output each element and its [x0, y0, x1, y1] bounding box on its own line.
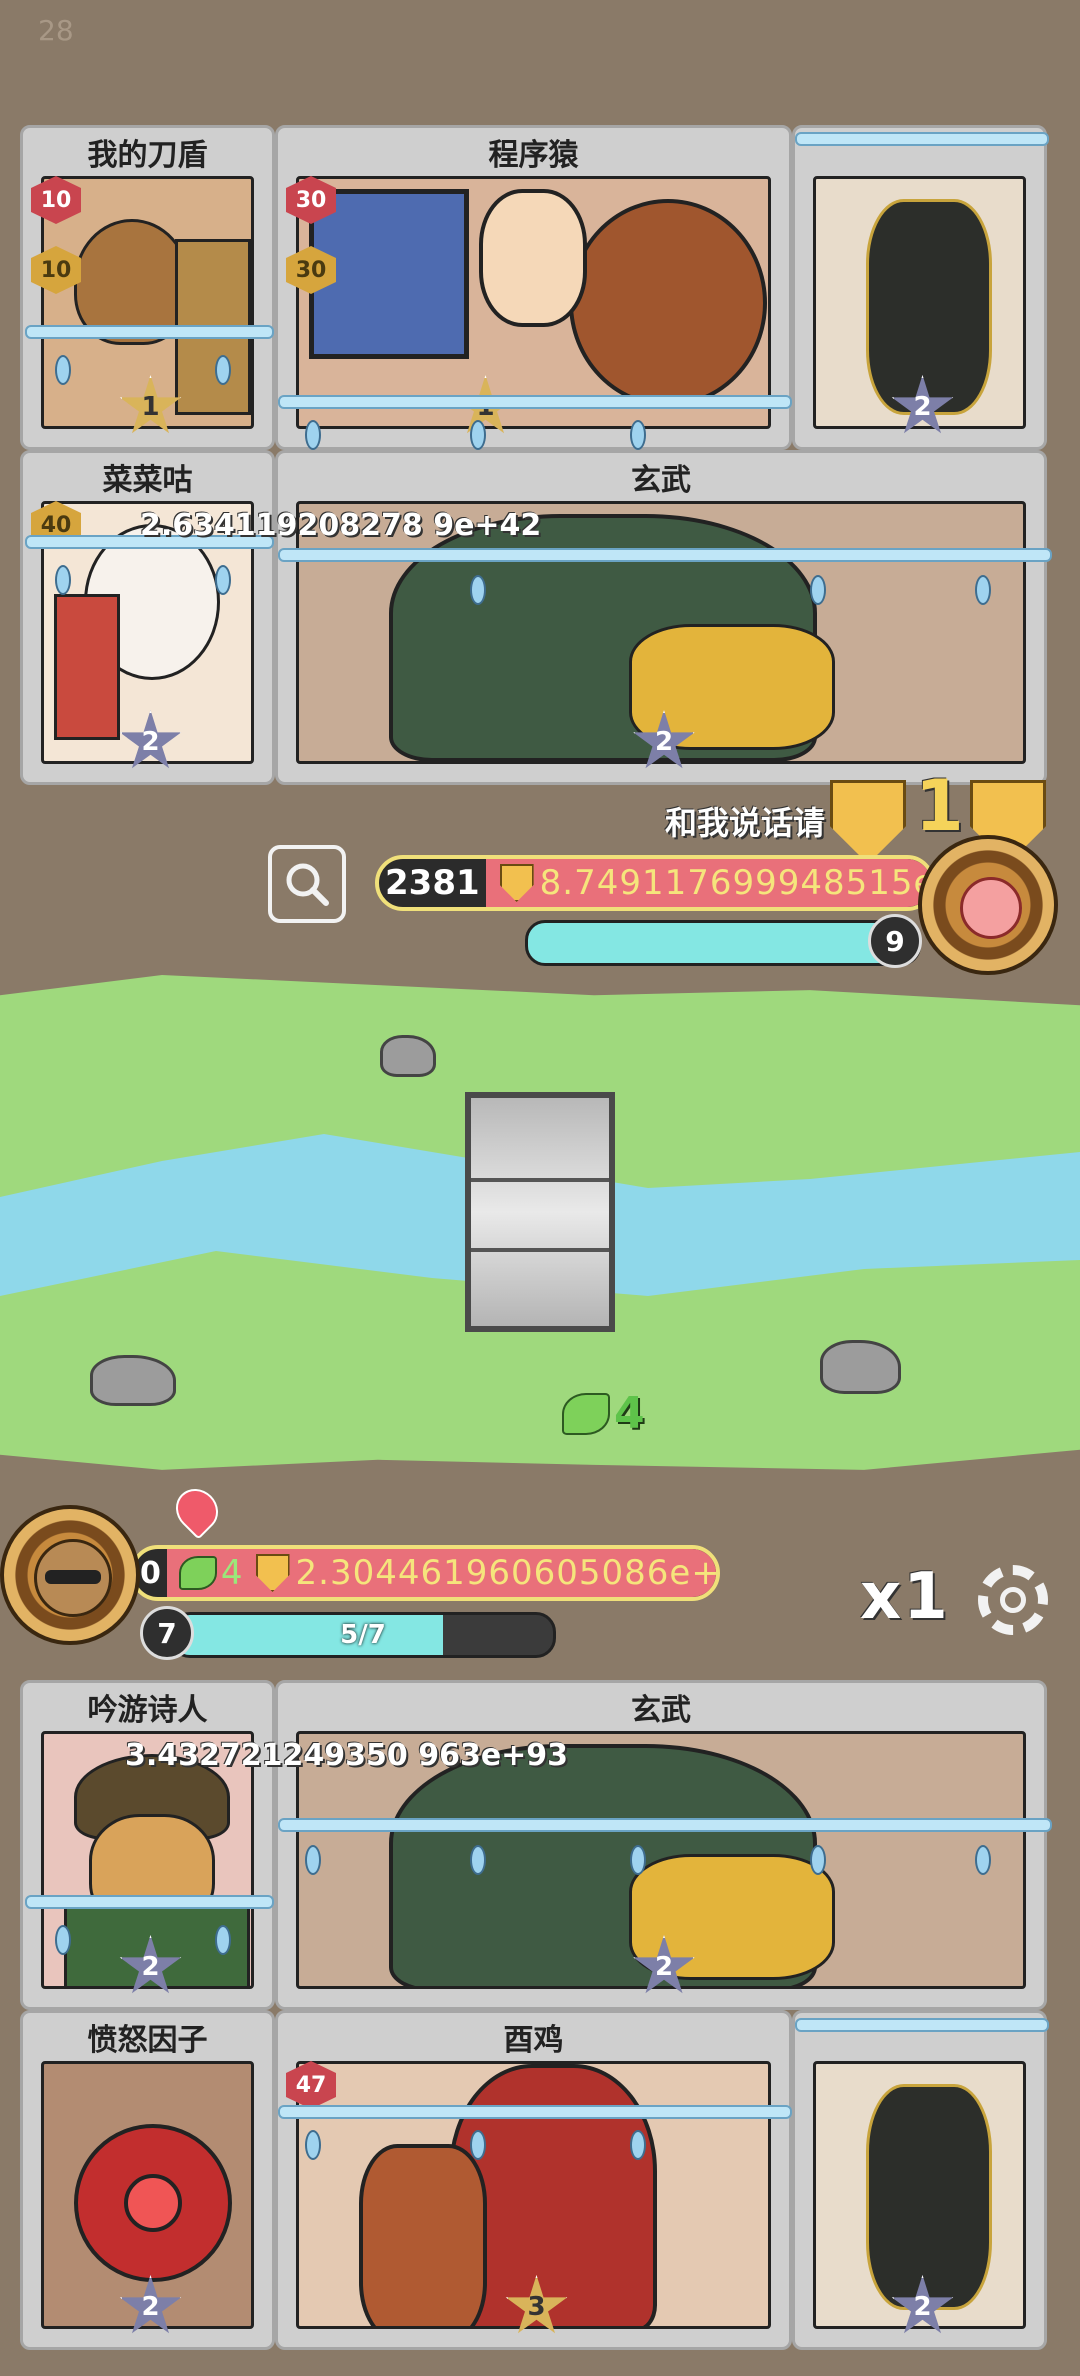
player-stats: 4 2.304461960605086e+93: [166, 1549, 720, 1597]
player-hp-bar: 5/7: [170, 1612, 556, 1658]
player-card-rooster[interactable]: 酉鸡 47 3: [275, 2010, 792, 2350]
player-stat-pill: 0 4 2.304461960605086e+93: [130, 1545, 720, 1601]
shield-icon: [830, 780, 906, 864]
rain-drop: [305, 1845, 321, 1875]
card-title: 菜菜咕: [102, 463, 193, 498]
floating-damage-number: 2.634119208278 9e+42: [140, 508, 542, 543]
leaf-count: 4: [614, 1388, 645, 1439]
rain-drop: [810, 575, 826, 605]
rock: [380, 1035, 436, 1077]
big-floating-number: 1: [915, 765, 964, 847]
opponent-shield-value: 8.749117699948515e+: [485, 859, 935, 907]
leaf-count: 4: [220, 1553, 244, 1593]
gear-icon: [1000, 1587, 1026, 1613]
hp-text: 5/7: [340, 1620, 386, 1650]
rain-drop: [55, 355, 71, 385]
heart-icon: [167, 1480, 227, 1540]
rain-drop: [630, 2130, 646, 2160]
player-card-xuanwu[interactable]: 玄武 2: [275, 1680, 1047, 2010]
rain-drop: [55, 1925, 71, 1955]
enemy-card-shield-dog[interactable]: 我的刀盾 10 10 1: [20, 125, 275, 450]
rain-effect: [278, 2105, 792, 2119]
shield-icon: [499, 864, 534, 902]
rain-effect: [278, 548, 1052, 562]
card-title: 程序猿: [488, 138, 579, 173]
opponent-level: 9: [868, 914, 922, 968]
rain-drop: [55, 565, 71, 595]
rain-drop: [305, 2130, 321, 2160]
opponent-prefix: 2381: [385, 863, 480, 903]
card-title: 酉鸡: [503, 2023, 564, 2058]
rain-effect: [25, 325, 274, 339]
rain-effect: [795, 2018, 1049, 2032]
floating-damage-number: 3.432721249350 963e+93: [125, 1738, 569, 1773]
fps-counter: 28: [38, 14, 74, 47]
rain-drop: [305, 420, 321, 450]
bridge: [465, 1092, 615, 1332]
rain-drop: [630, 1845, 646, 1875]
inspect-button[interactable]: [268, 845, 346, 923]
card-title: 玄武: [631, 1693, 691, 1728]
card-title: 愤怒因子: [87, 2023, 208, 2058]
rain-drop: [630, 420, 646, 450]
rain-effect: [278, 1818, 1052, 1832]
rain-drop: [470, 575, 486, 605]
rain-drop: [470, 1845, 486, 1875]
card-title: 吟游诗人: [87, 1693, 208, 1728]
settings-button[interactable]: [978, 1565, 1048, 1635]
shield-value-text: 8.749117699948515e+: [539, 863, 935, 903]
rain-effect: [278, 395, 792, 409]
rain-drop: [215, 1925, 231, 1955]
leaf-resource: 4: [558, 1388, 645, 1439]
rain-effect: [795, 132, 1049, 146]
player-card-anger-factor[interactable]: 愤怒因子 2: [20, 2010, 275, 2350]
avatar-face: [34, 1539, 112, 1617]
opponent-name: 和我说话请: [665, 804, 826, 842]
card-art: [296, 176, 771, 429]
shield-icon: [255, 1554, 290, 1592]
enemy-card-xuanwu[interactable]: 玄武 2: [275, 450, 1047, 785]
rain-drop: [215, 355, 231, 385]
enemy-card-armored-warrior[interactable]: 2: [792, 125, 1047, 450]
sunglasses-icon: [45, 1570, 101, 1584]
opponent-stat-pill: 2381 8.749117699948515e+: [375, 855, 935, 911]
shield-value-text: 2.304461960605086e+93: [295, 1553, 720, 1593]
rain-drop: [975, 1845, 991, 1875]
rain-drop: [975, 575, 991, 605]
enemy-card-caicaigu[interactable]: 菜菜咕 40 2: [20, 450, 275, 785]
card-title: 我的刀盾: [87, 138, 208, 173]
player-card-armored-warrior[interactable]: 2: [792, 2010, 1047, 2350]
rain-drop: [470, 420, 486, 450]
player-avatar[interactable]: [0, 1505, 140, 1645]
rock: [820, 1340, 901, 1394]
card-title: 玄武: [631, 463, 691, 498]
player-card-bard[interactable]: 吟游诗人 2: [20, 1680, 275, 2010]
opponent-hp-bar: [525, 920, 921, 966]
player-level: 7: [140, 1606, 194, 1660]
search-icon: [286, 863, 329, 906]
rain-drop: [470, 2130, 486, 2160]
rock: [90, 1355, 176, 1406]
rain-drop: [810, 1845, 826, 1875]
rain-effect: [25, 1895, 274, 1909]
leaf-icon: [178, 1556, 217, 1590]
opponent-avatar[interactable]: [918, 835, 1058, 975]
speed-button[interactable]: x1: [860, 1560, 950, 1634]
emblem-icon: [960, 877, 1022, 939]
rain-drop: [215, 565, 231, 595]
leaf-icon: [562, 1392, 610, 1435]
